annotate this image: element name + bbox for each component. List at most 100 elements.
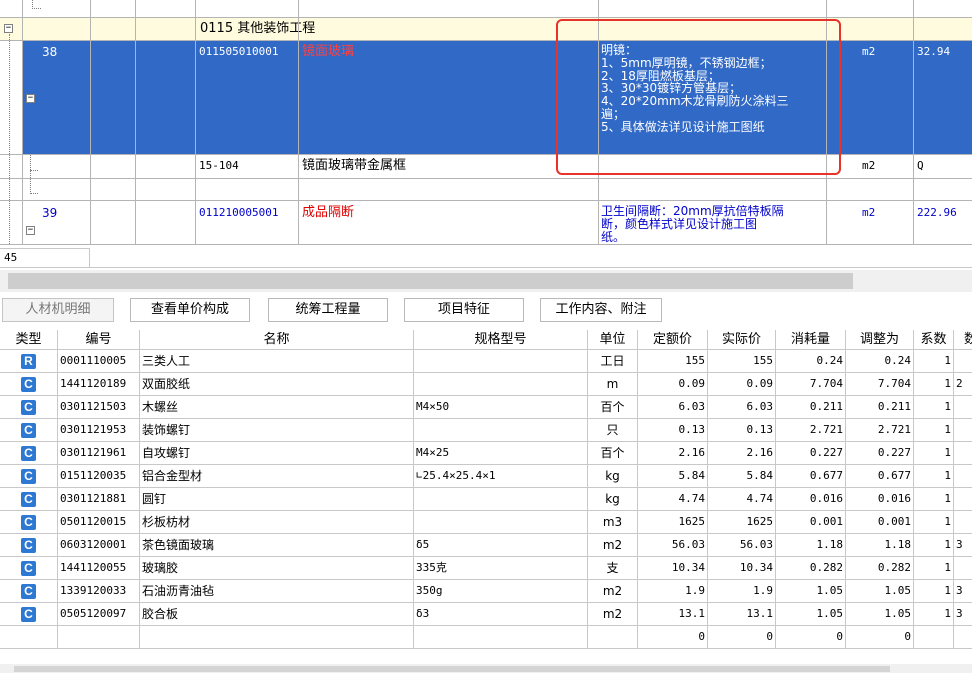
cell-base[interactable]: 56.03 xyxy=(638,534,708,557)
cell-adj[interactable]: 1.05 xyxy=(846,603,914,626)
header-name[interactable]: 名称 xyxy=(140,330,414,350)
collapse-icon[interactable]: − xyxy=(26,226,35,235)
cell-coef[interactable]: 1 xyxy=(914,511,954,534)
cell-actual[interactable]: 155 xyxy=(708,350,776,373)
cell-base[interactable]: 10.34 xyxy=(638,557,708,580)
cell-actual[interactable]: 1625 xyxy=(708,511,776,534)
header-type[interactable]: 类型 xyxy=(0,330,58,350)
cell-spec[interactable] xyxy=(414,419,588,442)
cell-adj[interactable]: 0.24 xyxy=(846,350,914,373)
cell-unit[interactable]: m2 xyxy=(588,534,638,557)
cell-spec[interactable]: M4×50 xyxy=(414,396,588,419)
header-consumption[interactable]: 消耗量 xyxy=(776,330,846,350)
cell-coef[interactable]: 1 xyxy=(914,603,954,626)
cell-type[interactable]: C xyxy=(0,488,58,511)
cell-name[interactable]: 茶色镜面玻璃 xyxy=(140,534,414,557)
cell-unit[interactable]: m2 xyxy=(588,603,638,626)
cell-base[interactable]: 155 xyxy=(638,350,708,373)
cell-extra[interactable] xyxy=(954,442,972,465)
cell-coef[interactable]: 1 xyxy=(914,442,954,465)
cell-use[interactable]: 0.282 xyxy=(776,557,846,580)
cell-type[interactable]: C xyxy=(0,580,58,603)
cell-code[interactable]: 0603120001 xyxy=(58,534,140,557)
cell-type[interactable]: C xyxy=(0,396,58,419)
cell-extra[interactable] xyxy=(954,419,972,442)
cell-name[interactable]: 装饰螺钉 xyxy=(140,419,414,442)
cell-actual[interactable]: 13.1 xyxy=(708,603,776,626)
cell-code[interactable] xyxy=(58,626,140,649)
cell-type[interactable]: C xyxy=(0,442,58,465)
cell-adj[interactable]: 0.677 xyxy=(846,465,914,488)
cell-spec[interactable]: ∟25.4×25.4×1 xyxy=(414,465,588,488)
collapse-icon[interactable]: − xyxy=(4,24,13,33)
cell-type[interactable]: R xyxy=(0,350,58,373)
table-row[interactable]: C 0301121961 自攻螺钉 M4×25 百个 2.16 2.16 0.227 0.227… xyxy=(0,442,972,465)
cell-code[interactable]: 0301121961 xyxy=(58,442,140,465)
cell-name[interactable]: 胶合板 xyxy=(140,603,414,626)
cell-actual[interactable]: 1.9 xyxy=(708,580,776,603)
cell-actual[interactable]: 2.16 xyxy=(708,442,776,465)
cell-actual[interactable]: 10.34 xyxy=(708,557,776,580)
cell-spec[interactable]: δ5 xyxy=(414,534,588,557)
cell-adj[interactable]: 0.211 xyxy=(846,396,914,419)
cell-spec[interactable]: δ3 xyxy=(414,603,588,626)
cell-unit[interactable]: 百个 xyxy=(588,442,638,465)
cell-coef[interactable]: 1 xyxy=(914,557,954,580)
cell-spec[interactable] xyxy=(414,511,588,534)
cell-spec[interactable] xyxy=(414,350,588,373)
cell-type[interactable]: C xyxy=(0,465,58,488)
cell-adj[interactable]: 2.721 xyxy=(846,419,914,442)
cell-code[interactable]: 0001110005 xyxy=(58,350,140,373)
table-row[interactable]: C 0603120001 茶色镜面玻璃 δ5 m2 56.03 56.03 1.18 1.18 1… xyxy=(0,534,972,557)
cell-extra[interactable] xyxy=(954,350,972,373)
cell-type[interactable]: C xyxy=(0,511,58,534)
table-row[interactable]: C 1339120033 石油沥青油毡 350g m2 1.9 1.9 1.05 1.05 1 3 xyxy=(0,580,972,603)
tab-item-features[interactable]: 项目特征 xyxy=(404,298,524,322)
cell-use[interactable]: 0 xyxy=(776,626,846,649)
cell-code[interactable]: 0505120097 xyxy=(58,603,140,626)
cell-name[interactable]: 杉板枋材 xyxy=(140,511,414,534)
cell-unit[interactable]: 百个 xyxy=(588,396,638,419)
cell-extra[interactable] xyxy=(954,465,972,488)
cell-base[interactable]: 5.84 xyxy=(638,465,708,488)
cell-use[interactable]: 1.18 xyxy=(776,534,846,557)
cell-extra[interactable]: 2 xyxy=(954,373,972,396)
header-coefficient[interactable]: 系数 xyxy=(914,330,954,350)
cell-name[interactable]: 三类人工 xyxy=(140,350,414,373)
cell-actual[interactable]: 6.03 xyxy=(708,396,776,419)
cell-extra[interactable] xyxy=(954,557,972,580)
cell-spec[interactable]: 350g xyxy=(414,580,588,603)
cell-spec[interactable]: M4×25 xyxy=(414,442,588,465)
cell-actual[interactable]: 0.09 xyxy=(708,373,776,396)
tab-quantity-coordination[interactable]: 统筹工程量 xyxy=(268,298,388,322)
cell-name[interactable]: 玻璃胶 xyxy=(140,557,414,580)
row-39[interactable] xyxy=(22,200,972,244)
cell-adj[interactable]: 1.05 xyxy=(846,580,914,603)
cell-code[interactable]: 0301121881 xyxy=(58,488,140,511)
tab-labor-material-detail[interactable]: 人材机明细 xyxy=(2,298,114,322)
collapse-icon[interactable]: − xyxy=(26,94,35,103)
cell-use[interactable]: 1.05 xyxy=(776,580,846,603)
cell-type[interactable] xyxy=(0,626,58,649)
table-row[interactable]: C 0301121953 装饰螺钉只 0.13 0.13 2.721 2.721 1 xyxy=(0,419,972,442)
cell-name[interactable]: 自攻螺钉 xyxy=(140,442,414,465)
cell-use[interactable]: 7.704 xyxy=(776,373,846,396)
cell-coef[interactable]: 1 xyxy=(914,350,954,373)
cell-adj[interactable]: 0.016 xyxy=(846,488,914,511)
cell-base[interactable]: 0.09 xyxy=(638,373,708,396)
cell-base[interactable]: 0.13 xyxy=(638,419,708,442)
cell-adj[interactable]: 1.18 xyxy=(846,534,914,557)
cell-coef[interactable]: 1 xyxy=(914,488,954,511)
cell-unit[interactable]: kg xyxy=(588,465,638,488)
cell-use[interactable]: 1.05 xyxy=(776,603,846,626)
header-extra[interactable]: 数 xyxy=(954,330,972,350)
table-row[interactable]: C 0501120015 杉板枋材 m3 1625 1625 0.001 0.001 1 xyxy=(0,511,972,534)
header-base-price[interactable]: 定额价 xyxy=(638,330,708,350)
scrollbar-thumb[interactable] xyxy=(8,273,853,289)
cell-coef[interactable]: 1 xyxy=(914,580,954,603)
cell-spec[interactable]: 335克 xyxy=(414,557,588,580)
cell-base[interactable]: 0 xyxy=(638,626,708,649)
cell-type[interactable]: C xyxy=(0,373,58,396)
cell-coef[interactable]: 1 xyxy=(914,396,954,419)
cell-code[interactable]: 0501120015 xyxy=(58,511,140,534)
